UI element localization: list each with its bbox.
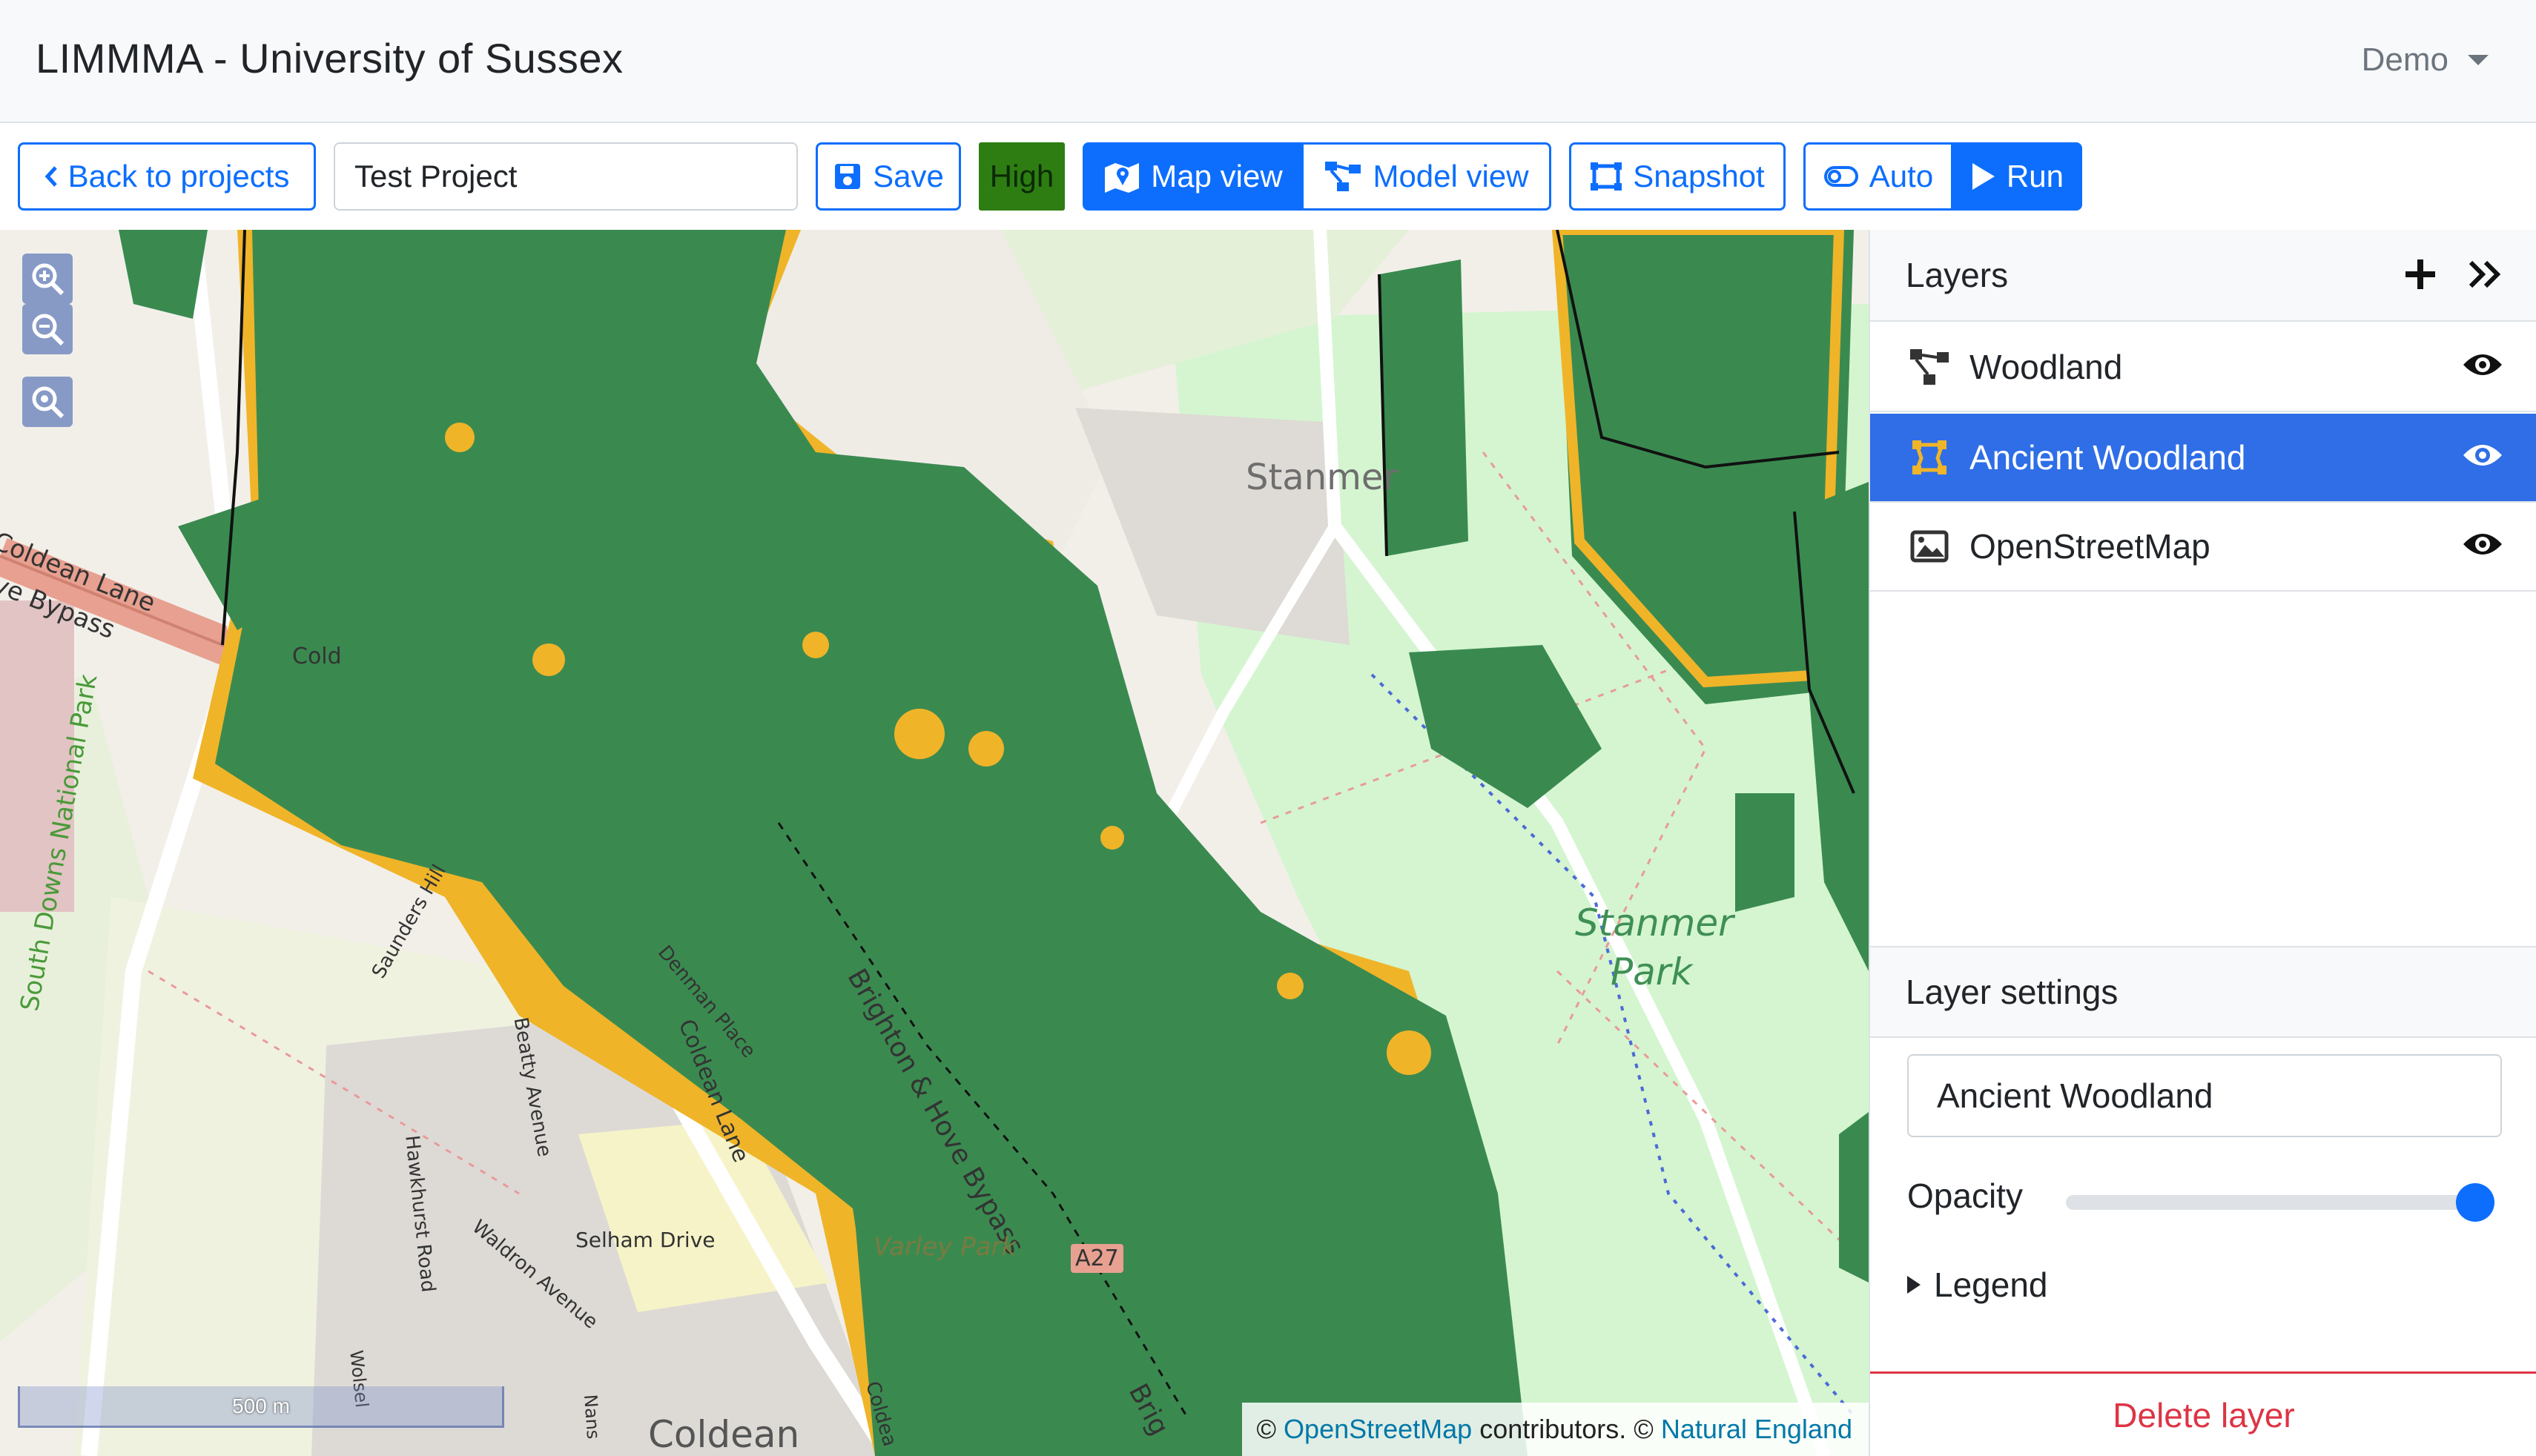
delete-layer-button[interactable]: Delete layer <box>1870 1371 2536 1456</box>
layer-item-ancient-woodland[interactable]: Ancient Woodland <box>1870 414 2536 503</box>
map-label-park: Park <box>1611 950 1693 993</box>
app-title[interactable]: LIMMMA - University of Sussex <box>36 34 623 82</box>
eye-icon[interactable] <box>2462 350 2503 380</box>
top-navbar: LIMMMA - University of Sussex Demo <box>0 0 2536 123</box>
zoom-in-button[interactable] <box>22 254 73 304</box>
play-icon <box>1972 163 1995 190</box>
layers-title: Layers <box>1906 256 2009 294</box>
graph-icon <box>1907 345 1952 389</box>
map-canvas[interactable]: Coldean Lane ve Bypass Cold South Downs … <box>0 230 1869 1456</box>
save-label: Save <box>873 159 944 193</box>
map-label-a27: A27 <box>1071 1244 1123 1273</box>
opacity-label: Opacity <box>1907 1177 2023 1215</box>
map-attribution: © OpenStreetMap contributors. © Natural … <box>1241 1403 1869 1456</box>
map-label-nans: Nans <box>580 1394 604 1440</box>
map-label-cold: Cold <box>292 643 342 669</box>
user-menu[interactable]: Demo <box>2362 42 2489 79</box>
auto-toggle-button[interactable]: Auto <box>1803 142 1953 211</box>
layers-sidebar: Layers Woodland Ancient Woodland OpenStr… <box>1869 230 2536 1456</box>
legend-toggle[interactable]: Legend <box>1907 1265 2048 1305</box>
user-name: Demo <box>2361 42 2449 78</box>
map-icon <box>1105 163 1140 193</box>
legend-label: Legend <box>1934 1265 2048 1304</box>
collapse-sidebar-icon[interactable] <box>2468 259 2502 289</box>
image-icon <box>1907 524 1952 569</box>
polygon-icon <box>1907 435 1952 480</box>
snapshot-label: Snapshot <box>1633 159 1765 193</box>
diagram-icon <box>1325 162 1361 191</box>
model-view-button[interactable]: Model view <box>1304 142 1551 211</box>
layer-settings-header: Layer settings <box>1870 946 2536 1038</box>
chevron-left-icon <box>44 166 57 187</box>
layer-name-field[interactable]: Ancient Woodland <box>1907 1054 2502 1137</box>
map-label-stanmer-park: Stanmer <box>1575 901 1734 944</box>
run-label: Run <box>2006 159 2064 193</box>
zoom-out-button[interactable] <box>22 304 73 354</box>
zoom-in-icon <box>32 263 65 296</box>
back-label: Back to projects <box>67 159 290 193</box>
layer-settings-title: Layer settings <box>1906 973 2119 1011</box>
attribution-mid: contributors. © <box>1479 1414 1654 1444</box>
run-button[interactable]: Run <box>1953 142 2082 211</box>
project-name-input[interactable]: Test Project <box>334 142 798 211</box>
layers-header: Layers <box>1870 230 2536 322</box>
layer-name: Woodland <box>1969 348 2123 386</box>
map-label-selham-drive: Selham Drive <box>575 1228 716 1252</box>
toolbar: Back to projects Test Project Save High … <box>0 123 2536 230</box>
layer-item-openstreetmap[interactable]: OpenStreetMap <box>1870 503 2536 592</box>
eye-icon[interactable] <box>2462 440 2503 470</box>
layer-item-woodland[interactable]: Woodland <box>1870 323 2536 412</box>
model-view-label: Model view <box>1373 159 1529 193</box>
snapshot-icon <box>1591 162 1622 191</box>
floppy-disk-icon <box>835 164 861 189</box>
scale-bar: 500 m <box>18 1386 504 1428</box>
quality-badge[interactable]: High <box>979 142 1065 211</box>
map-view-button[interactable]: Map view <box>1083 142 1304 211</box>
layer-name: Ancient Woodland <box>1969 438 2246 477</box>
opacity-slider-thumb[interactable] <box>2456 1183 2494 1222</box>
zoom-extent-icon <box>32 386 65 419</box>
map-label-coldean: Coldean <box>648 1413 800 1456</box>
map-label-varley-park: Varley Park <box>874 1232 1017 1262</box>
back-to-projects-button[interactable]: Back to projects <box>18 142 316 211</box>
map-tiles <box>0 230 1869 1456</box>
chevron-down-icon <box>2468 55 2489 65</box>
triangle-right-icon <box>1907 1276 1921 1294</box>
save-button[interactable]: Save <box>816 142 961 211</box>
attribution-prefix: © <box>1256 1414 1277 1444</box>
layer-name: OpenStreetMap <box>1969 527 2210 566</box>
zoom-out-icon <box>32 314 65 346</box>
snapshot-button[interactable]: Snapshot <box>1569 142 1786 211</box>
zoom-extent-button[interactable] <box>22 377 73 427</box>
auto-label: Auto <box>1869 159 1934 193</box>
osm-link[interactable]: OpenStreetMap <box>1284 1414 1472 1445</box>
eye-icon[interactable] <box>2462 529 2503 559</box>
natural-england-link[interactable]: Natural England <box>1661 1414 1852 1445</box>
toggle-icon <box>1823 166 1858 187</box>
opacity-slider[interactable] <box>2066 1183 2494 1222</box>
map-view-label: Map view <box>1151 159 1283 193</box>
map-label-stanmer: Stanmer <box>1246 457 1399 498</box>
add-layer-icon[interactable] <box>2403 257 2438 292</box>
